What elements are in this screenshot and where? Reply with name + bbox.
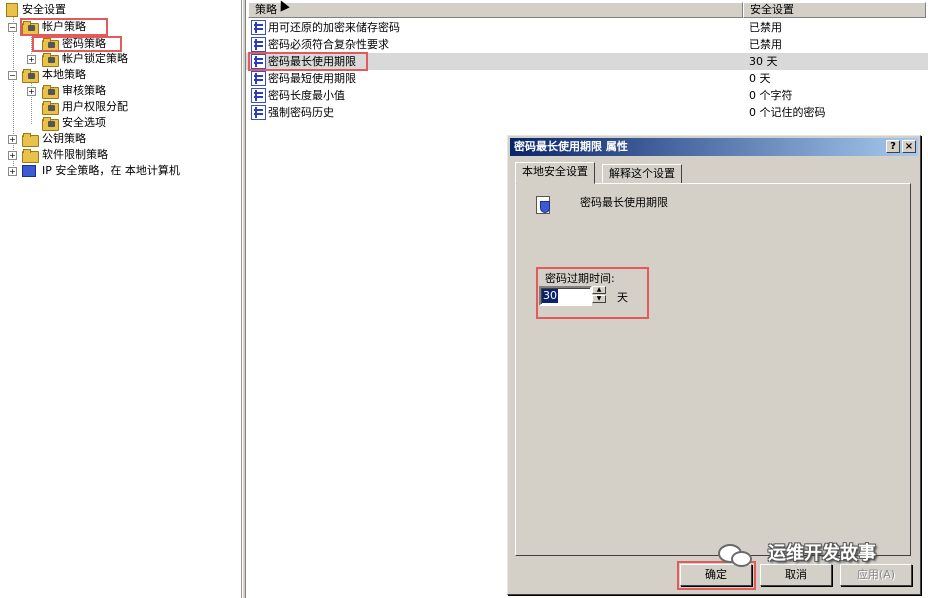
highlight-box — [536, 267, 649, 319]
folder-icon — [22, 149, 39, 163]
collapse-icon[interactable]: − — [8, 23, 17, 32]
tree-item-public-key[interactable]: + 公钥策略 — [0, 131, 240, 147]
folder-icon — [22, 69, 39, 83]
highlight-box — [32, 36, 122, 52]
list-row[interactable]: 用可还原的加密来储存密码 已禁用 — [246, 19, 928, 36]
highlight-box — [248, 52, 368, 71]
policy-icon — [251, 20, 266, 35]
policy-icon — [251, 105, 266, 120]
watermark-text: 运维开发故事 — [768, 543, 876, 564]
wechat-icon — [718, 542, 754, 568]
policy-name: 强制密码历史 — [268, 106, 334, 119]
column-header-label: 安全设置 — [750, 3, 794, 16]
policy-value: 已禁用 — [749, 38, 782, 51]
tree-label: 安全选项 — [62, 116, 106, 129]
tree-label: 用户权限分配 — [62, 100, 128, 113]
tree-item-software-restriction[interactable]: + 软件限制策略 — [0, 147, 240, 163]
tab-label: 本地安全设置 — [522, 165, 588, 178]
list-row[interactable]: 密码最短使用期限 0 天 — [246, 70, 928, 87]
ip-security-icon — [22, 165, 36, 177]
folder-icon — [42, 85, 59, 99]
policy-value: 30 天 — [749, 55, 778, 68]
policy-name: 密码必须符合复杂性要求 — [268, 38, 389, 51]
tree-pane: 安全设置 − 帐户策略 密码策略 + 帐户锁定策略 − 本地策略 + 审核策略 … — [0, 0, 242, 598]
folder-icon — [22, 133, 39, 147]
policy-value: 0 个字符 — [749, 89, 793, 102]
tree-item-ip-security[interactable]: + IP 安全策略，在 本地计算机 — [0, 163, 240, 179]
tab-panel: 密码最长使用期限 密码过期时间: 30 ▲ ▼ 天 — [515, 183, 911, 556]
security-settings-icon — [6, 3, 18, 17]
tab-label: 解释这个设置 — [609, 167, 675, 180]
dialog-title: 密码最长使用期限 属性 — [514, 140, 628, 153]
policy-icon — [534, 196, 554, 218]
tree-item-local-policies[interactable]: − 本地策略 — [0, 67, 240, 83]
close-button[interactable]: × — [902, 140, 916, 153]
list-row[interactable]: 强制密码历史 0 个记住的密码 — [246, 104, 928, 121]
watermark: 运维开发故事 — [718, 540, 918, 570]
expand-icon[interactable]: + — [8, 151, 17, 160]
collapse-icon[interactable]: − — [8, 71, 17, 80]
column-header-policy[interactable]: 策略 — [248, 2, 743, 18]
policy-name: 用可还原的加密来储存密码 — [268, 21, 400, 34]
policy-name: 密码最短使用期限 — [268, 72, 356, 85]
tab-explain-setting[interactable]: 解释这个设置 — [602, 164, 682, 184]
tree-label: 软件限制策略 — [42, 148, 108, 161]
policy-value: 已禁用 — [749, 21, 782, 34]
tree-label: 公钥策略 — [42, 132, 86, 145]
policy-value: 0 天 — [749, 72, 771, 85]
expand-icon[interactable]: + — [27, 55, 36, 64]
properties-dialog: 密码最长使用期限 属性 ? × 本地安全设置 解释这个设置 密码最长使用期限 密… — [507, 135, 921, 595]
column-header-setting[interactable]: 安全设置 — [743, 2, 926, 18]
tree-item-lockout-policy[interactable]: + 帐户锁定策略 — [0, 51, 240, 67]
tree-label: 安全设置 — [22, 3, 66, 16]
policy-title: 密码最长使用期限 — [580, 196, 668, 209]
tree-item-security-options[interactable]: 安全选项 — [0, 115, 240, 131]
list-row[interactable]: 密码长度最小值 0 个字符 — [246, 87, 928, 104]
folder-icon — [42, 53, 59, 67]
tree-label: 审核策略 — [62, 84, 106, 97]
policy-icon — [251, 71, 266, 86]
list-row[interactable]: 密码必须符合复杂性要求 已禁用 — [246, 36, 928, 53]
help-button[interactable]: ? — [886, 140, 900, 153]
tree-label: 帐户锁定策略 — [62, 52, 128, 65]
tree-item-user-rights[interactable]: 用户权限分配 — [0, 99, 240, 115]
policy-icon — [251, 88, 266, 103]
expand-icon[interactable]: + — [27, 87, 36, 96]
dialog-titlebar[interactable]: 密码最长使用期限 属性 ? × — [510, 138, 918, 156]
tree-item-audit-policy[interactable]: + 审核策略 — [0, 83, 240, 99]
expand-icon[interactable]: + — [8, 167, 17, 176]
policy-icon — [251, 37, 266, 52]
expand-icon[interactable]: + — [8, 135, 17, 144]
tab-local-security-setting[interactable]: 本地安全设置 — [515, 162, 595, 184]
policy-value: 0 个记住的密码 — [749, 106, 826, 119]
folder-icon — [42, 117, 59, 131]
tree-label: IP 安全策略，在 本地计算机 — [42, 164, 180, 177]
folder-icon — [42, 101, 59, 115]
policy-name: 密码长度最小值 — [268, 89, 345, 102]
column-header-label: 策略 — [255, 3, 277, 16]
tree-label: 本地策略 — [42, 68, 86, 81]
